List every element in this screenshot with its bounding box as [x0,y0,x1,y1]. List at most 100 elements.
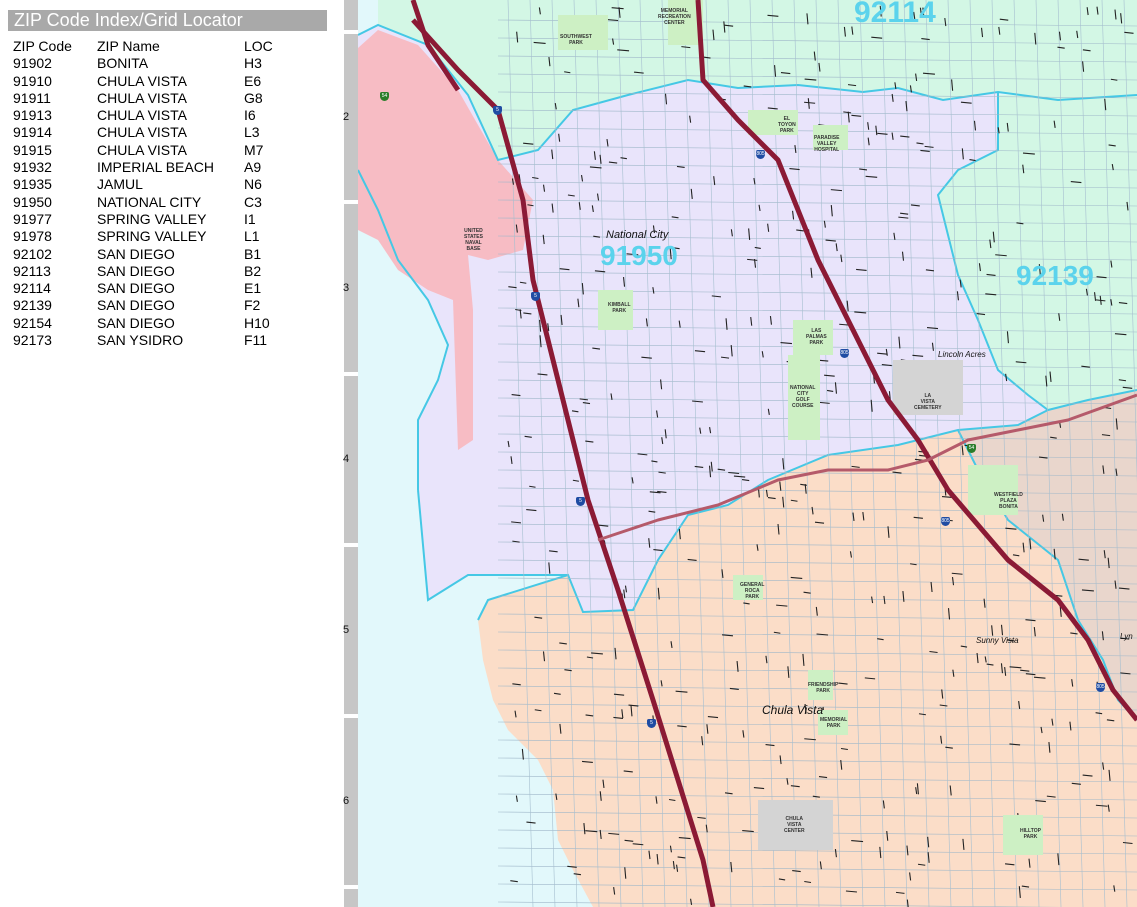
zip-code-cell: 91910 [13,72,52,89]
park-label: WESTFIELD PLAZA BONITA [994,492,1023,510]
zip-name-cell: CHULA VISTA [97,89,187,106]
zip-name-cell: SPRING VALLEY [97,210,207,227]
park-label: SOUTHWEST PARK [560,34,592,46]
zip-name-cell: CHULA VISTA [97,141,187,158]
state-route-shield-icon: 54 [380,92,389,101]
interstate-shield-icon: 5 [647,719,656,728]
index-row: 91935 JAMUL N6 [13,176,313,193]
index-row: 91902 BONITA H3 [13,55,313,72]
index-row: 91915 CHULA VISTA M7 [13,142,313,159]
place-chula-vista: Chula Vista [762,703,824,717]
index-row: 91977 SPRING VALLEY I1 [13,211,313,228]
index-row: 92102 SAN DIEGO B1 [13,246,313,263]
park-label: EL TOYON PARK [778,116,796,134]
zip-code-cell: 91913 [13,107,52,124]
loc-cell: H10 [244,314,270,331]
index-row: 92114 SAN DIEGO E1 [13,280,313,297]
ruler-tick [344,543,358,547]
zip-name-cell: NATIONAL CITY [97,193,202,210]
loc-cell: G8 [244,89,263,106]
place-lincoln-acres: Lincoln Acres [938,350,986,359]
zip-name-cell: SAN DIEGO [97,314,175,331]
park-label: PARADISE VALLEY HOSPITAL [814,135,840,153]
loc-cell: F2 [244,297,261,314]
column-header-loc: LOC [244,38,273,54]
loc-cell: A9 [244,159,262,176]
park-label: MEMORIAL RECREATION CENTER [658,8,691,26]
zip-code-cell: 91914 [13,124,52,141]
zip-code-cell: 91915 [13,141,52,158]
zip-name-cell: IMPERIAL BEACH [97,159,214,176]
park-label: FRIENDSHIP PARK [808,682,839,694]
zip-name-cell: SAN DIEGO [97,245,175,262]
zip-index-panel: ZIP Code Index/Grid Locator ZIP Code ZIP… [0,0,340,907]
zip-code-cell: 92113 [13,262,51,279]
zip-name-cell: BONITA [97,55,149,72]
zip-code-cell: 91902 [13,55,52,72]
park-label: NATIONAL CITY GOLF COURSE [790,385,816,409]
zip-code-map[interactable]: 92114 91950 92139 National City Lincoln … [358,0,1137,907]
interstate-shield-icon: 5 [576,497,585,506]
zip-label-92114: 92114 [854,0,936,29]
index-row: 91910 CHULA VISTA E6 [13,73,313,90]
zip-code-cell: 91911 [13,89,51,106]
grid-row-label: 4 [342,453,350,465]
zip-code-cell: 92139 [13,297,52,314]
index-row: 91911 CHULA VISTA G8 [13,90,313,107]
zip-name-cell: CHULA VISTA [97,72,187,89]
loc-cell: C3 [244,193,262,210]
column-header-name: ZIP Name [97,38,160,54]
park-label: LA VISTA CEMETERY [914,393,942,411]
zip-label-92139: 92139 [1016,260,1094,291]
index-row: 91913 CHULA VISTA I6 [13,107,313,124]
loc-cell: M7 [244,141,264,158]
zip-code-cell: 91950 [13,193,52,210]
park-label: CHULA VISTA CENTER [784,816,805,834]
ruler-tick [344,372,358,376]
zip-name-cell: CHULA VISTA [97,124,187,141]
index-title: ZIP Code Index/Grid Locator [8,10,327,31]
zip-name-cell: JAMUL [97,176,143,193]
interstate-shield-icon: 805 [1096,683,1105,692]
zip-code-cell: 92114 [13,280,51,297]
interstate-shield-icon: 805 [840,349,849,358]
zip-name-cell: SAN DIEGO [97,262,175,279]
loc-cell: F11 [244,332,268,349]
park-label: LAS PALMAS PARK [806,328,827,346]
loc-cell: B1 [244,245,262,262]
interstate-shield-icon: 5 [493,106,502,115]
index-row: 91914 CHULA VISTA L3 [13,124,313,141]
loc-cell: E1 [244,280,262,297]
park-label: MEMORIAL PARK [820,717,848,729]
loc-cell: E6 [244,72,262,89]
column-header-zip: ZIP Code [13,38,72,54]
interstate-shield-icon: 5 [531,292,540,301]
index-row: 92154 SAN DIEGO H10 [13,315,313,332]
place-lynwood: Lyn [1120,632,1133,641]
grid-row-label: 6 [342,795,350,807]
zip-index-table: ZIP Code ZIP Name LOC 91902 BONITA H3 91910… [13,38,313,349]
zip-code-cell: 91978 [13,228,52,245]
zip-name-cell: CHULA VISTA [97,107,187,124]
park-label: GENERAL ROCA PARK [740,582,765,600]
zip-code-cell: 91932 [13,159,52,176]
place-national-city: National City [606,229,669,241]
index-row: 92139 SAN DIEGO F2 [13,297,313,314]
park-label: HILLTOP PARK [1020,828,1041,840]
zip-label-91950: 91950 [600,240,678,271]
ruler-tick [344,885,358,889]
ruler-tick [344,714,358,718]
loc-cell: L1 [244,228,260,245]
zip-name-cell: SAN DIEGO [97,297,175,314]
loc-cell: L3 [244,124,260,141]
zip-code-cell: 92102 [13,245,52,262]
zip-code-cell: 92154 [13,314,52,331]
index-row: 92113 SAN DIEGO B2 [13,263,313,280]
grid-row-ruler: 2 3 4 5 6 [343,0,358,907]
loc-cell: H3 [244,55,262,72]
index-row: 92173 SAN YSIDRO F11 [13,332,313,349]
loc-cell: I6 [244,107,256,124]
zip-code-cell: 92173 [13,332,52,349]
place-sunny-vista: Sunny Vista [976,636,1019,645]
grid-row-label: 5 [342,624,350,636]
